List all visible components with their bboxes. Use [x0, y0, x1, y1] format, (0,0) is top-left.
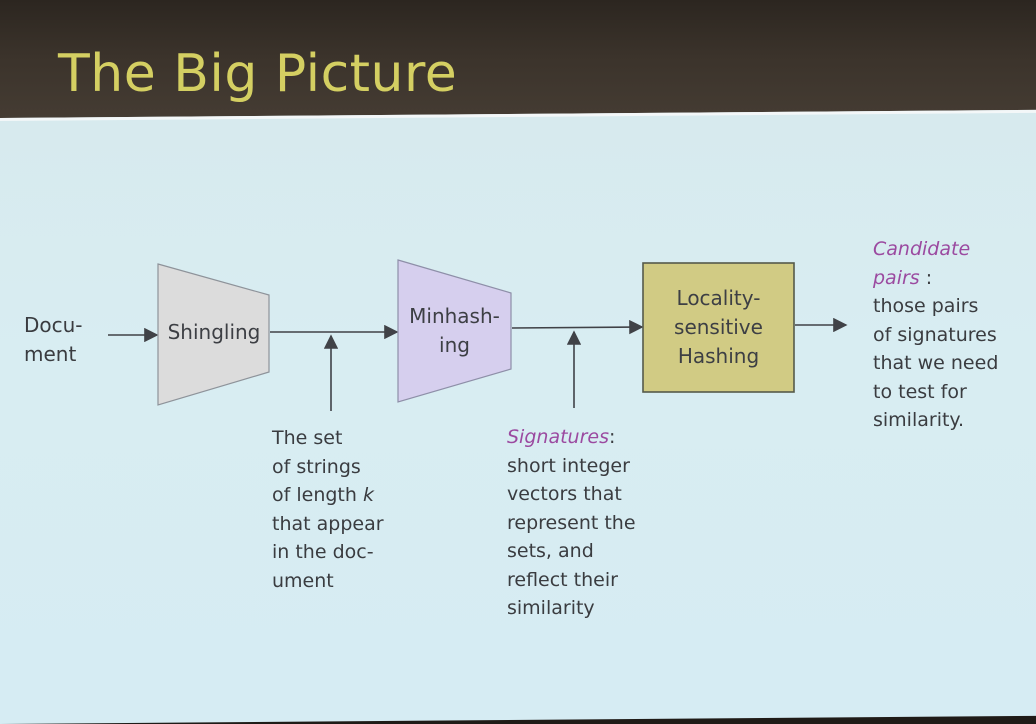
shingling-label: Shingling: [167, 320, 261, 344]
minhashing-label: Minhash- ing: [409, 304, 500, 357]
candidate-pairs-description: : those pairs of signatures that we need…: [873, 266, 999, 432]
shingles-annotation: The set of strings of length k that appe…: [272, 427, 384, 592]
signatures-term: Signatures: [507, 426, 609, 448]
candidate-pairs-annotation: Candidate pairs : those pairs of signatu…: [873, 235, 998, 435]
document-label: Docu- ment: [24, 313, 83, 366]
variable-k: k: [362, 484, 374, 506]
signatures-annotation: Signatures: short integer vectors that r…: [507, 423, 636, 623]
signatures-description: : short integer vectors that represent t…: [507, 426, 636, 619]
lsh-label: Locality- sensitive Hashing: [674, 286, 763, 368]
signatures-arrow: [511, 319, 644, 335]
